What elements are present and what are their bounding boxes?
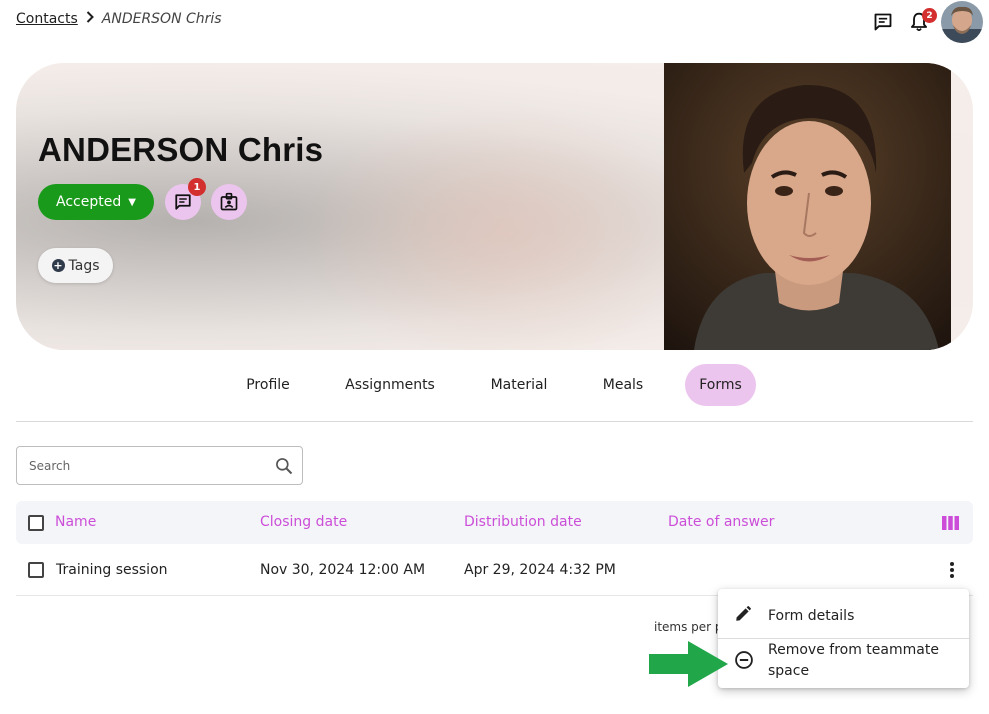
select-all-checkbox[interactable]	[28, 515, 44, 531]
menu-item-label: Form details	[768, 608, 855, 624]
top-toolbar: 2	[869, 0, 989, 44]
tabs-divider	[16, 421, 973, 422]
contact-photo	[664, 63, 951, 350]
contact-hero-card: ANDERSON Chris Accepted ▼ 1 + Tags	[16, 63, 973, 350]
menu-item-label: Remove from teammate space	[768, 642, 939, 679]
hero-background	[296, 103, 716, 350]
columns-icon[interactable]	[942, 515, 959, 534]
column-header-name[interactable]: Name	[55, 514, 96, 530]
user-avatar[interactable]	[941, 1, 983, 43]
add-tags-button[interactable]: + Tags	[38, 248, 113, 283]
remove-circle-icon	[734, 650, 754, 674]
search-icon[interactable]	[274, 456, 294, 480]
contact-messages-button[interactable]: 1	[165, 178, 206, 220]
tab-forms[interactable]: Forms	[685, 364, 756, 406]
breadcrumb-current: ANDERSON Chris	[101, 11, 222, 27]
items-per-page-label: items per p	[654, 620, 723, 634]
tab-material[interactable]: Material	[476, 364, 562, 406]
cell-name: Training session	[56, 562, 168, 578]
search-box	[16, 446, 303, 485]
message-count-badge: 1	[188, 178, 206, 196]
messages-button[interactable]	[869, 8, 897, 36]
cell-distribution-date: Apr 29, 2024 4:32 PM	[464, 562, 616, 578]
breadcrumb: Contacts ANDERSON Chris	[16, 11, 222, 27]
contact-name: ANDERSON Chris	[38, 131, 324, 168]
status-dropdown[interactable]: Accepted ▼	[38, 184, 154, 220]
arrow-right-icon	[648, 640, 730, 692]
table-header: Name Closing date Distribution date Date…	[16, 501, 973, 544]
chat-icon	[874, 13, 892, 31]
column-header-distribution-date[interactable]: Distribution date	[464, 514, 582, 530]
menu-item-remove-from-teammate-space[interactable]: Remove from teammate space	[718, 639, 969, 688]
tab-profile[interactable]: Profile	[232, 364, 304, 406]
contact-tabs: Profile Assignments Material Meals Forms	[0, 364, 989, 408]
badge-button[interactable]	[211, 184, 247, 220]
chevron-right-icon	[86, 11, 94, 27]
notification-count-badge: 2	[922, 8, 937, 23]
tab-meals[interactable]: Meals	[590, 364, 656, 406]
more-vert-icon[interactable]	[945, 560, 959, 580]
row-context-menu: Form details Remove from teammate space	[718, 589, 969, 688]
id-badge-icon	[220, 192, 238, 211]
tags-label: Tags	[68, 257, 100, 274]
notifications-button[interactable]: 2	[905, 8, 937, 36]
breadcrumb-contacts-link[interactable]: Contacts	[16, 11, 78, 27]
column-header-closing-date[interactable]: Closing date	[260, 514, 347, 530]
add-circle-icon: +	[51, 259, 65, 272]
status-label: Accepted	[56, 194, 122, 210]
cell-closing-date: Nov 30, 2024 12:00 AM	[260, 562, 426, 578]
chat-icon	[175, 194, 191, 210]
row-checkbox[interactable]	[28, 562, 44, 578]
search-input[interactable]	[17, 447, 257, 484]
caret-down-icon: ▼	[128, 196, 136, 208]
tab-assignments[interactable]: Assignments	[332, 364, 448, 406]
pencil-icon	[734, 605, 752, 627]
menu-item-form-details[interactable]: Form details	[718, 589, 969, 638]
column-header-date-of-answer[interactable]: Date of answer	[668, 514, 774, 530]
